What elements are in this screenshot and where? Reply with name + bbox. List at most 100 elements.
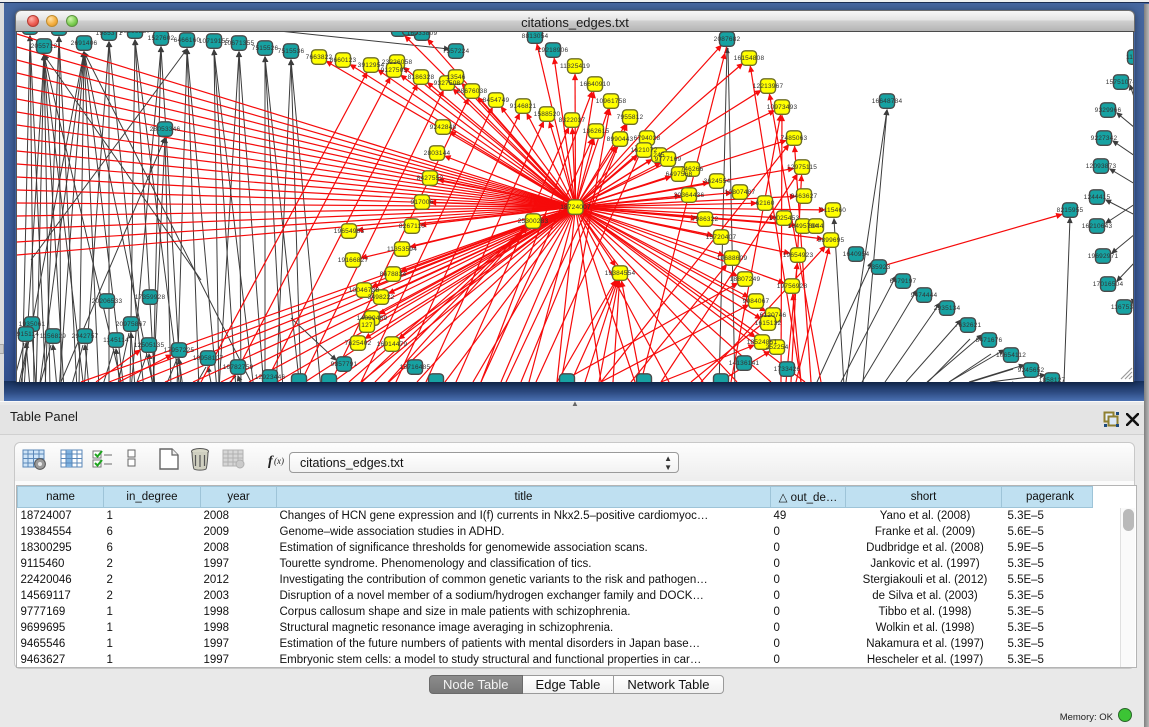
svg-text:9899695: 9899695 — [818, 237, 845, 244]
svg-text:18724007: 18724007 — [560, 204, 591, 211]
svg-text:12093873: 12093873 — [1086, 163, 1117, 170]
svg-text:14099489: 14099489 — [357, 315, 388, 322]
svg-text:1167534: 1167534 — [1111, 304, 1134, 311]
svg-text:8454749: 8454749 — [483, 97, 510, 104]
svg-text:2691406: 2691406 — [71, 40, 98, 47]
svg-text:19756928: 19756928 — [777, 283, 808, 290]
svg-text:9242848: 9242848 — [430, 124, 457, 131]
svg-text:12923446: 12923446 — [255, 374, 286, 381]
svg-text:1985371: 1985371 — [96, 32, 123, 37]
svg-text:12213967: 12213967 — [753, 83, 784, 90]
svg-text:1733426: 1733426 — [774, 366, 801, 373]
svg-text:17016504: 17016504 — [1093, 281, 1124, 288]
svg-text:16210643: 16210643 — [1082, 223, 1113, 230]
svg-text:15720407: 15720407 — [706, 234, 737, 241]
svg-text:1156829: 1156829 — [40, 333, 66, 340]
svg-text:8813054: 8813054 — [522, 33, 549, 40]
svg-text:9857791: 9857791 — [331, 361, 358, 368]
svg-text:16648784: 16648784 — [872, 98, 903, 105]
svg-text:19166827: 19166827 — [338, 257, 369, 264]
svg-text:8660123: 8660123 — [330, 57, 357, 64]
svg-text:1362615: 1362615 — [583, 128, 610, 135]
svg-text:28053346: 28053346 — [150, 126, 181, 133]
svg-text:18807249: 18807249 — [730, 276, 761, 283]
svg-text:1244415: 1244415 — [1084, 194, 1111, 201]
svg-text:9463627: 9463627 — [791, 193, 818, 200]
svg-text:7557224: 7557224 — [443, 48, 470, 55]
svg-text:10807487: 10807487 — [725, 189, 756, 196]
svg-text:12505135: 12505135 — [134, 342, 165, 349]
svg-text:11353594: 11353594 — [387, 246, 417, 253]
svg-text:16154808: 16154808 — [734, 55, 765, 62]
svg-text:7955812: 7955812 — [617, 114, 644, 121]
svg-text:15716485: 15716485 — [400, 364, 431, 371]
svg-text:11123: 11123 — [1126, 54, 1134, 61]
svg-text:10973493: 10973493 — [767, 104, 798, 111]
svg-text:746266: 746266 — [681, 166, 704, 173]
svg-text:3624554: 3624554 — [704, 178, 731, 185]
svg-text:13546: 13546 — [446, 74, 465, 81]
svg-text:9127505: 9127505 — [381, 67, 408, 74]
svg-text:252254: 252254 — [766, 344, 789, 351]
svg-text:3498222: 3498222 — [368, 294, 395, 301]
svg-text:9329966: 9329966 — [1095, 107, 1122, 114]
svg-text:10688609: 10688609 — [717, 255, 748, 262]
svg-text:28676038: 28676038 — [457, 88, 488, 95]
svg-text:17359928: 17359928 — [135, 294, 166, 301]
svg-text:1588520: 1588520 — [534, 111, 561, 118]
svg-text:6479197: 6479197 — [890, 278, 917, 285]
svg-text:20364436: 20364436 — [674, 192, 705, 199]
svg-text:2803144: 2803144 — [424, 150, 451, 157]
svg-text:20206533: 20206533 — [92, 298, 123, 305]
svg-text:7986322: 7986322 — [692, 216, 719, 223]
svg-text:23226058: 23226058 — [382, 59, 413, 66]
svg-text:19654923: 19654923 — [783, 252, 814, 259]
svg-text:8215955: 8215955 — [1057, 207, 1084, 214]
svg-text:7515526: 7515526 — [252, 45, 279, 52]
svg-text:9245652: 9245652 — [1018, 367, 1045, 374]
svg-text:10046738: 10046738 — [349, 287, 380, 294]
svg-text:10653257: 10653257 — [120, 32, 151, 35]
svg-text:7625402: 7625402 — [345, 340, 372, 347]
svg-text:17957225: 17957225 — [164, 347, 195, 354]
svg-text:9084067: 9084067 — [743, 298, 770, 305]
svg-text:25300283: 25300283 — [518, 218, 549, 225]
svg-text:9777169: 9777169 — [655, 156, 682, 163]
svg-text:8678834: 8678834 — [380, 271, 407, 278]
svg-text:9227342: 9227342 — [1091, 135, 1118, 142]
svg-text:16782759: 16782759 — [223, 364, 254, 371]
svg-text:10654112: 10654112 — [996, 352, 1026, 359]
svg-text:16640910: 16640910 — [580, 81, 611, 88]
svg-text:8186328: 8186328 — [408, 74, 435, 81]
svg-text:19384554: 19384554 — [605, 270, 636, 277]
svg-text:15751074: 15751074 — [1106, 79, 1134, 86]
svg-text:1615132: 1615132 — [755, 320, 782, 327]
svg-text:8267110: 8267110 — [399, 223, 425, 230]
svg-text:10671355: 10671355 — [224, 40, 255, 47]
svg-text:10025453: 10025453 — [769, 215, 800, 222]
svg-text:1935061: 1935061 — [19, 321, 46, 328]
svg-text:8944: 8944 — [808, 223, 823, 230]
svg-text:6794028: 6794028 — [634, 135, 661, 142]
svg-text:(x): (x) — [274, 456, 284, 466]
svg-text:935923: 935923 — [868, 264, 891, 271]
svg-text:9327508: 9327508 — [434, 80, 461, 87]
svg-text:7515536: 7515536 — [278, 48, 305, 55]
svg-text:8471676: 8471676 — [976, 337, 1003, 344]
svg-text:8990443: 8990443 — [607, 136, 634, 143]
svg-text:16914479: 16914479 — [377, 341, 408, 348]
svg-text:2087682: 2087682 — [714, 36, 741, 43]
svg-text:1527602: 1527602 — [148, 35, 175, 42]
svg-text:10958107: 10958107 — [193, 355, 224, 362]
svg-text:9115460: 9115460 — [820, 207, 846, 214]
svg-text:1145114: 1145114 — [103, 337, 129, 344]
svg-text:7663822: 7663822 — [306, 54, 333, 61]
svg-text:8427552: 8427552 — [417, 175, 444, 182]
svg-text:2942757: 2942757 — [72, 333, 99, 340]
svg-text:62160: 62160 — [755, 200, 774, 207]
svg-text:127: 127 — [361, 322, 373, 329]
svg-text:917006: 917006 — [411, 199, 434, 206]
svg-text:14136141: 14136141 — [729, 360, 760, 367]
svg-text:9474444: 9474444 — [911, 292, 938, 299]
svg-text:2935134: 2935134 — [934, 305, 961, 312]
